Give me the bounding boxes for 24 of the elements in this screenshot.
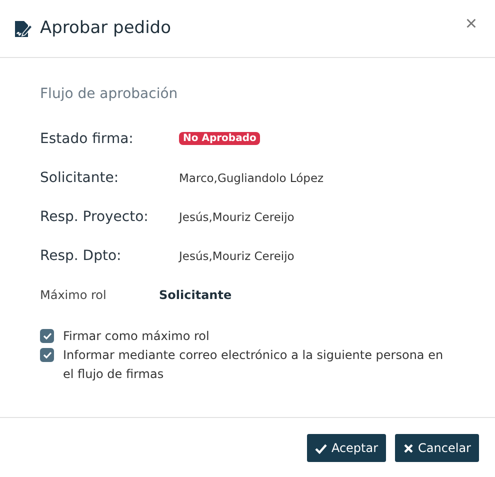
signed-document-icon [14,20,32,38]
check-icon [315,442,328,454]
field-value: Solicitante [159,288,232,302]
section-title: Flujo de aprobación [40,86,179,102]
checkbox-label: Firmar como máximo rol [63,328,210,345]
check-icon [42,332,52,340]
status-badge: No Aprobado [179,132,260,145]
checkbox[interactable] [40,329,54,343]
cancel-button[interactable]: Cancelar [395,434,479,462]
checkbox[interactable] [40,348,54,362]
field-value: Marco,Gugliandolo López [179,170,324,184]
field-label: Estado firma: [40,130,134,146]
dialog-title: Aprobar pedido [40,18,172,38]
accept-button[interactable]: Aceptar [307,434,386,462]
field-label: Resp. Dpto: [40,248,122,264]
field-value: Jesús,Mouriz Cereijo [179,248,294,262]
field-label: Resp. Proyecto: [40,208,150,224]
close-icon [403,442,414,454]
field-value: Jesús,Mouriz Cereijo [179,210,294,224]
checkbox-label: Informar mediante correo electrónico a la siguiente persona en el flujo de firmas [63,347,444,383]
field-label: Máximo rol [40,288,108,302]
field-label: Solicitante: [40,170,120,186]
check-icon [42,351,52,359]
close-button[interactable]: × [461,13,481,36]
